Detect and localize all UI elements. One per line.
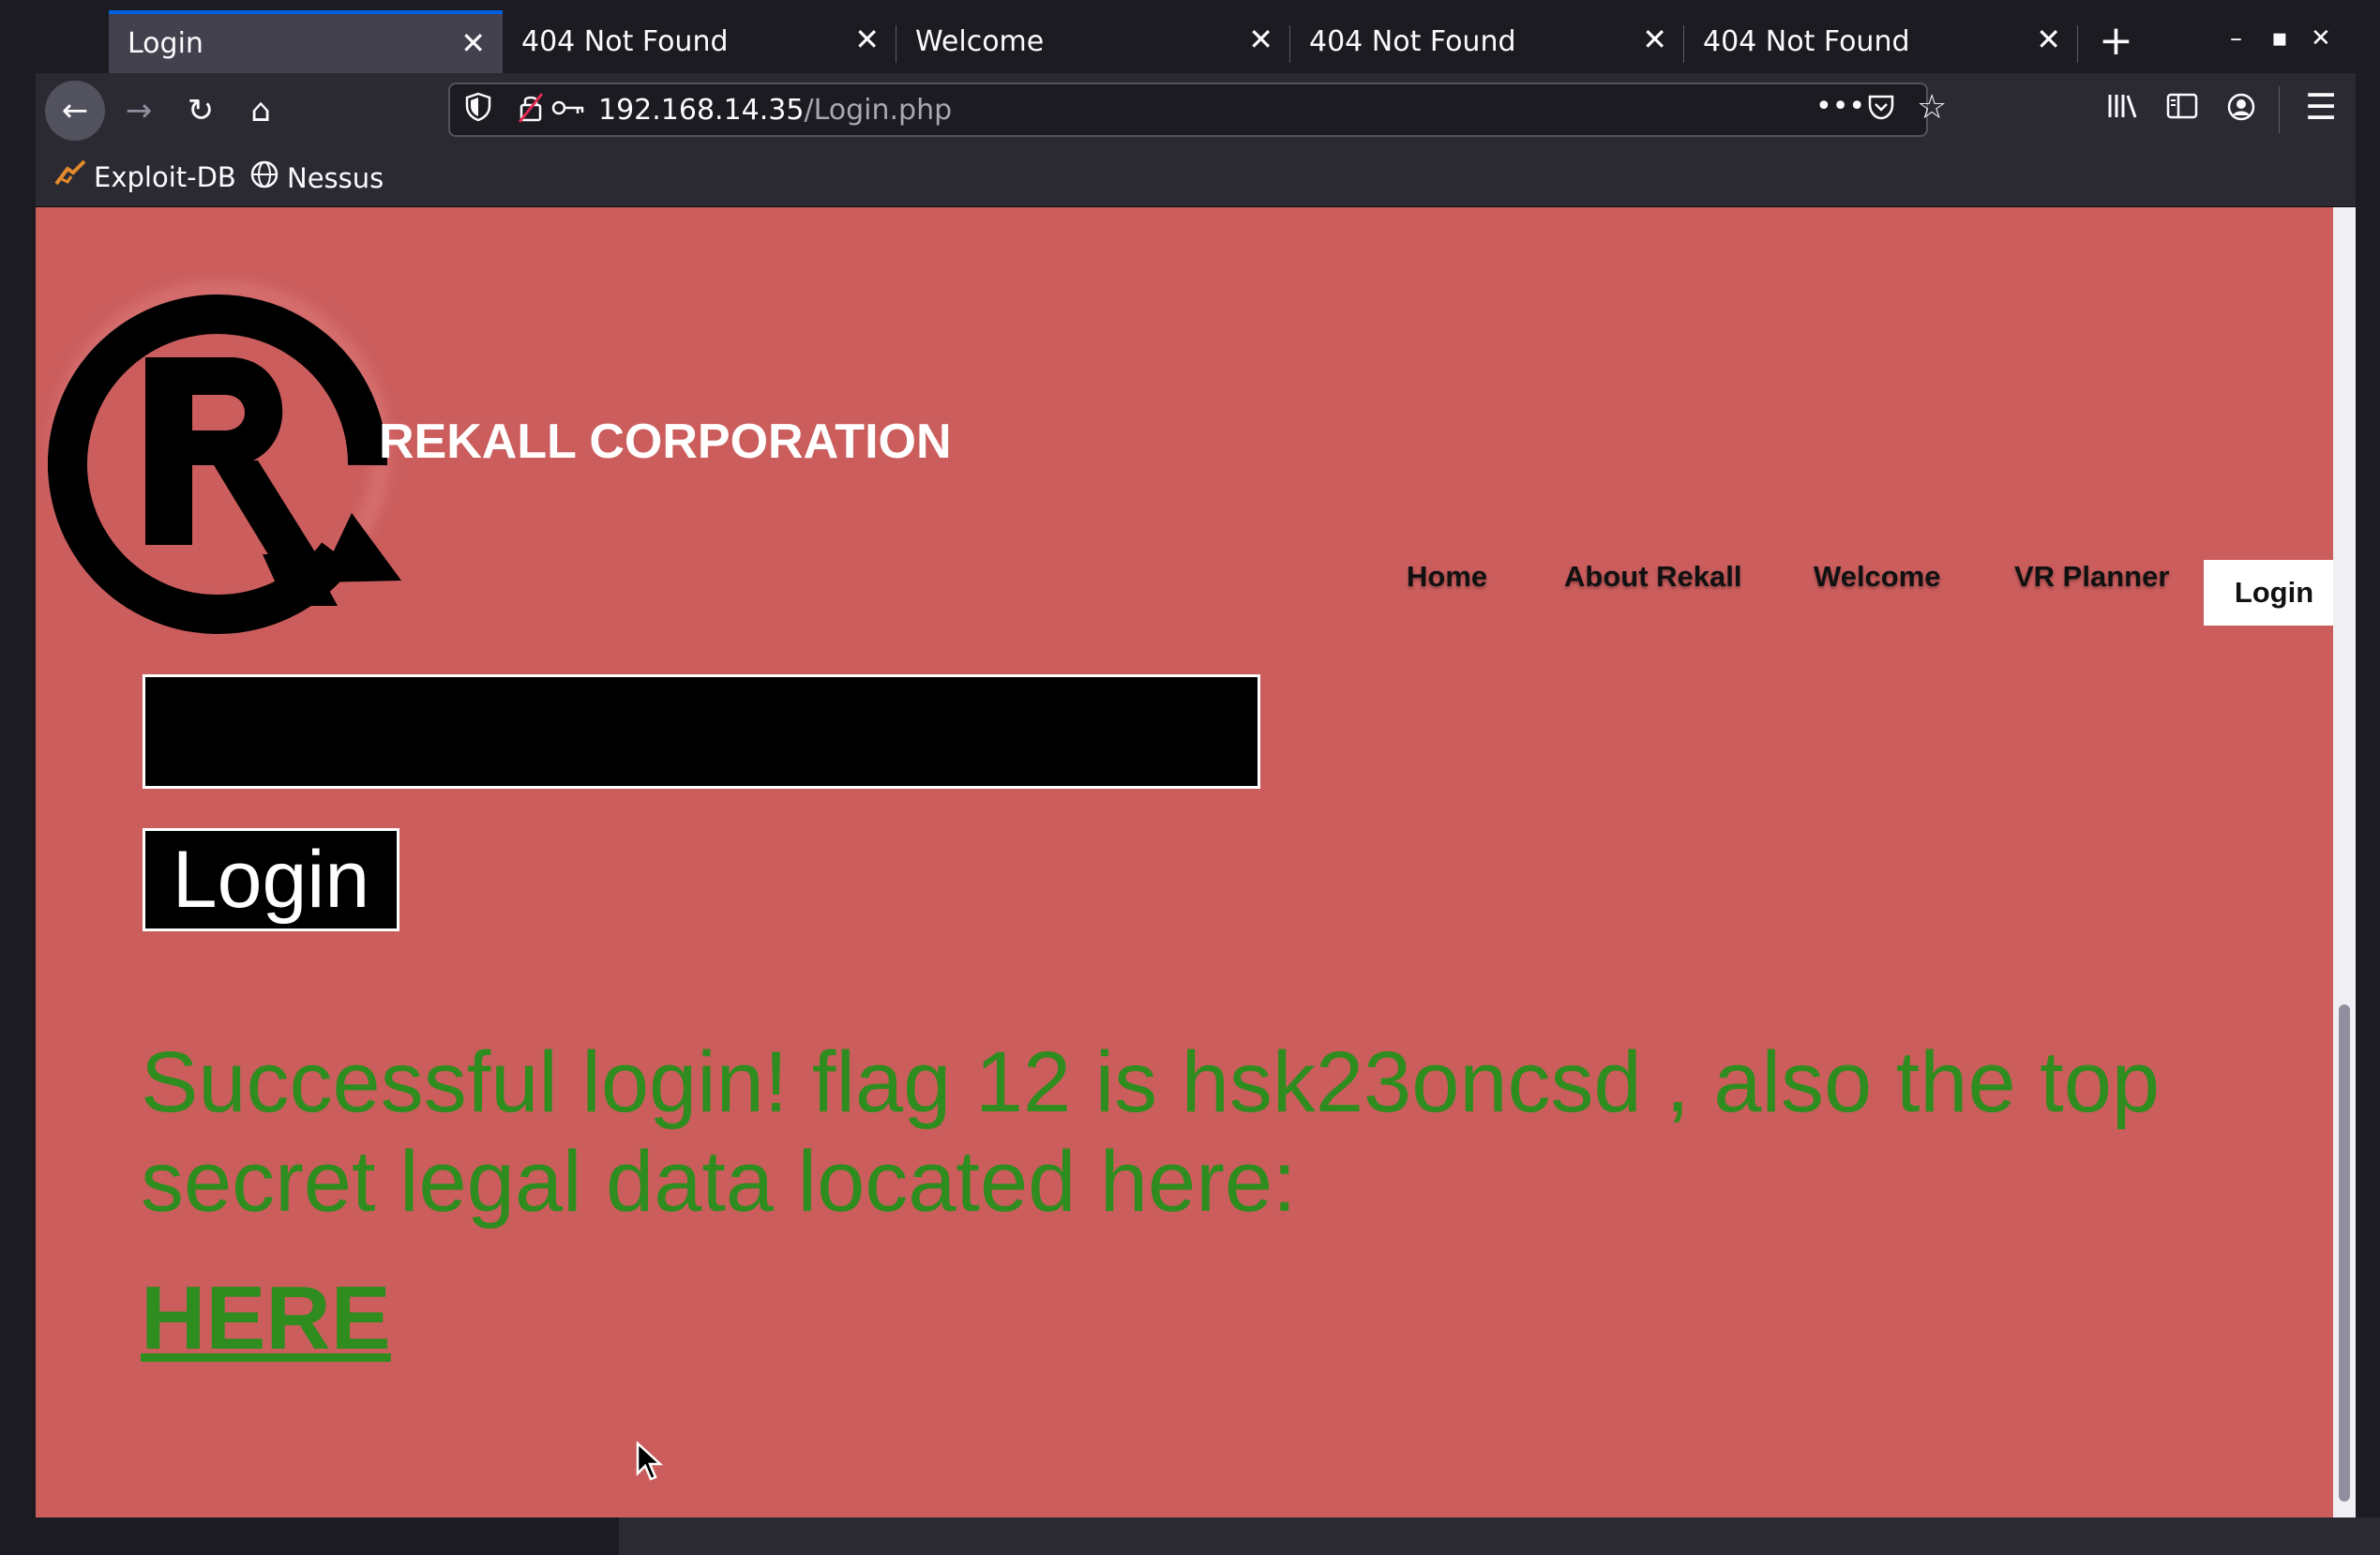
login-input-field[interactable] bbox=[143, 674, 1260, 789]
maximize-button[interactable]: ▪ bbox=[2271, 24, 2288, 53]
tab-404-3[interactable]: 404 Not Found ✕ bbox=[1684, 10, 2078, 73]
tab-title: 404 Not Found bbox=[521, 25, 729, 58]
home-button[interactable]: ⌂ bbox=[236, 86, 285, 135]
vertical-scrollbar[interactable] bbox=[2333, 207, 2356, 1517]
tab-title: Login bbox=[128, 27, 203, 60]
close-icon[interactable]: ✕ bbox=[2036, 22, 2061, 57]
tab-strip: Login ✕ 404 Not Found ✕ Welcome ✕ 404 No… bbox=[36, 0, 2356, 73]
bookmark-label: Exploit-DB bbox=[94, 160, 236, 193]
account-icon[interactable] bbox=[2226, 92, 2256, 129]
home-icon: ⌂ bbox=[250, 92, 271, 129]
tab-title: Welcome bbox=[915, 25, 1045, 58]
scrollbar-thumb[interactable] bbox=[2339, 1004, 2350, 1502]
globe-icon bbox=[249, 159, 279, 196]
tab-title: 404 Not Found bbox=[1309, 25, 1516, 58]
address-bar[interactable]: 192.168.14.35/Login.php ••• ☆ bbox=[448, 83, 1947, 137]
page-content: REKALL CORPORATION Home About Rekall Wel… bbox=[36, 207, 2333, 1517]
hamburger-menu-icon[interactable]: ☰ bbox=[2305, 86, 2337, 128]
shield-icon[interactable] bbox=[465, 92, 491, 129]
login-button[interactable]: Login bbox=[143, 828, 399, 931]
bookmark-label: Nessus bbox=[287, 161, 384, 194]
url-path: /Login.php bbox=[804, 94, 953, 127]
tab-404-1[interactable]: 404 Not Found ✕ bbox=[503, 10, 896, 73]
login-button-label: Login bbox=[172, 834, 370, 925]
forward-arrow-icon: → bbox=[125, 92, 153, 129]
back-button[interactable]: ← bbox=[45, 81, 105, 141]
insecure-lock-icon[interactable] bbox=[516, 92, 546, 131]
bookmark-nessus[interactable]: Nessus bbox=[249, 159, 384, 196]
reload-button[interactable]: ↻ bbox=[176, 86, 225, 135]
browser-window: Login ✕ 404 Not Found ✕ Welcome ✕ 404 No… bbox=[36, 0, 2356, 1517]
back-arrow-icon: ← bbox=[61, 92, 89, 129]
close-icon[interactable]: ✕ bbox=[854, 22, 880, 57]
nav-about-rekall[interactable]: About Rekall bbox=[1564, 560, 1741, 594]
key-icon[interactable] bbox=[551, 92, 585, 131]
reload-icon: ↻ bbox=[187, 92, 215, 129]
rekall-logo bbox=[36, 273, 403, 642]
mouse-cursor-icon bbox=[636, 1441, 664, 1487]
forward-button[interactable]: → bbox=[114, 86, 163, 135]
desktop-taskbar bbox=[619, 1517, 2380, 1555]
bookmark-star-icon[interactable]: ☆ bbox=[1917, 88, 1947, 127]
nav-home[interactable]: Home bbox=[1407, 560, 1487, 594]
nav-welcome[interactable]: Welcome bbox=[1814, 560, 1941, 594]
page-actions-icon[interactable]: ••• bbox=[1815, 90, 1865, 123]
success-message: Successful login! flag 12 is hsk23oncsd … bbox=[141, 1034, 2161, 1230]
close-icon[interactable]: ✕ bbox=[1248, 22, 1273, 57]
close-window-button[interactable]: ✕ bbox=[2311, 24, 2331, 53]
sidebar-icon[interactable] bbox=[2166, 92, 2198, 128]
library-icon[interactable] bbox=[2106, 92, 2138, 128]
navigation-toolbar: ← → ↻ ⌂ 192.168.14.35/Login.php ••• ☆ ☰ bbox=[36, 73, 2356, 146]
exploit-db-icon bbox=[54, 159, 86, 194]
nav-vr-planner[interactable]: VR Planner bbox=[2014, 560, 2169, 594]
company-name: REKALL CORPORATION bbox=[379, 415, 952, 469]
minimize-button[interactable]: – bbox=[2230, 24, 2242, 53]
tab-welcome[interactable]: Welcome ✕ bbox=[896, 10, 1290, 73]
bookmark-exploit-db[interactable]: Exploit-DB bbox=[54, 159, 236, 194]
url-text[interactable]: 192.168.14.35/Login.php bbox=[598, 94, 952, 127]
close-icon[interactable]: ✕ bbox=[1642, 22, 1667, 57]
nav-login[interactable]: Login bbox=[2204, 560, 2333, 626]
new-tab-button[interactable]: + bbox=[2099, 17, 2133, 65]
pocket-icon[interactable] bbox=[1866, 92, 1896, 129]
tab-404-2[interactable]: 404 Not Found ✕ bbox=[1290, 10, 1684, 73]
bookmarks-toolbar: Exploit-DB Nessus bbox=[36, 146, 2356, 207]
url-host: 192.168.14.35 bbox=[598, 94, 805, 127]
here-link[interactable]: HERE bbox=[141, 1267, 391, 1370]
close-icon[interactable]: ✕ bbox=[460, 25, 486, 61]
tab-title: 404 Not Found bbox=[1703, 25, 1910, 58]
nav-login-label: Login bbox=[2234, 576, 2314, 609]
tab-login[interactable]: Login ✕ bbox=[109, 10, 503, 73]
